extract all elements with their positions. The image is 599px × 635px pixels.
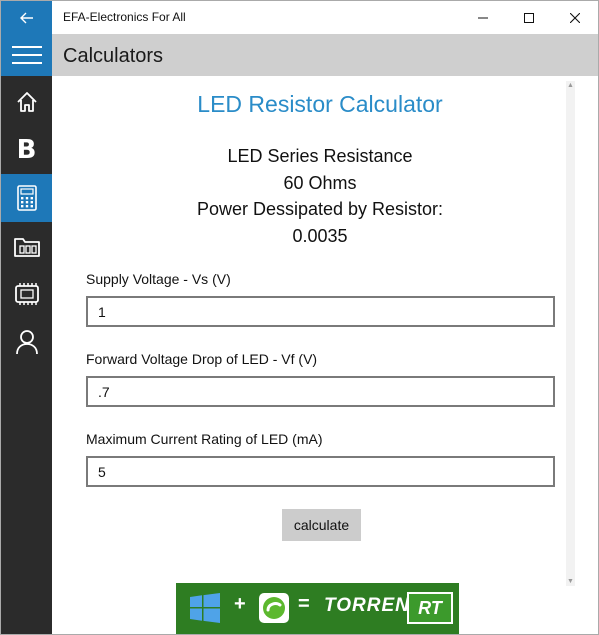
- result-value-power: 0.0035: [292, 226, 348, 246]
- result-label-power: Power Dessipated by Resistor:: [196, 199, 444, 219]
- back-button[interactable]: [1, 1, 52, 34]
- page-title: Calculators: [63, 45, 164, 67]
- close-icon: [570, 12, 580, 23]
- maximize-button[interactable]: [506, 1, 552, 34]
- supply-voltage-label: Supply Voltage - Vs (V): [86, 271, 231, 287]
- window-title: EFA-Electronics For All: [63, 10, 186, 24]
- person-icon: [15, 330, 38, 355]
- bold-b-icon: B: [16, 135, 37, 165]
- title-bar: EFA-Electronics For All: [1, 1, 598, 34]
- header-bar: Calculators: [1, 34, 598, 76]
- hamburger-menu-button[interactable]: [1, 34, 52, 76]
- home-icon: [16, 92, 37, 112]
- sidebar-item-bold[interactable]: B: [1, 126, 52, 174]
- calculator-title: LED Resistor Calculator: [197, 91, 443, 117]
- sidebar-item-calculators[interactable]: [1, 174, 52, 222]
- forward-voltage-input[interactable]: [86, 376, 555, 407]
- ad-banner[interactable]: + = TORRENT RT: [176, 583, 459, 634]
- ad-rt-badge: RT: [407, 592, 453, 624]
- sidebar: B: [1, 76, 52, 634]
- forward-voltage-label: Forward Voltage Drop of LED - Vf (V): [86, 351, 318, 367]
- chip-icon: [14, 283, 39, 305]
- sidebar-item-account[interactable]: [1, 318, 52, 366]
- hamburger-icon: [11, 46, 42, 64]
- max-current-input[interactable]: [86, 456, 555, 487]
- scroll-down-icon[interactable]: ▼: [566, 577, 575, 586]
- max-current-label: Maximum Current Rating of LED (mA): [86, 431, 323, 447]
- result-label-resistance: LED Series Resistance: [227, 146, 413, 166]
- minimize-icon: [478, 17, 488, 18]
- windows-logo-icon: [190, 593, 220, 623]
- minimize-button[interactable]: [460, 1, 506, 34]
- calculate-button[interactable]: calculate: [282, 509, 361, 541]
- ad-equals: =: [298, 593, 310, 615]
- torrent-logo-icon: [259, 593, 289, 623]
- folder-icon: [13, 238, 40, 257]
- calculator-icon: [16, 185, 37, 211]
- sidebar-item-home[interactable]: [1, 78, 52, 126]
- supply-voltage-input[interactable]: [86, 296, 555, 327]
- calculator-content: ▲ ▼ LED Resistor Calculator LED Series R…: [52, 76, 598, 634]
- sidebar-item-library[interactable]: [1, 222, 52, 270]
- result-value-resistance: 60 Ohms: [283, 173, 357, 193]
- maximize-icon: [524, 12, 534, 23]
- back-arrow-icon: [19, 12, 33, 23]
- sidebar-item-components[interactable]: [1, 270, 52, 318]
- ad-plus: +: [234, 593, 246, 615]
- app-window: EFA-Electronics For All Calculators B ▲ …: [0, 0, 599, 635]
- close-button[interactable]: [552, 1, 598, 34]
- scroll-up-icon[interactable]: ▲: [566, 81, 575, 90]
